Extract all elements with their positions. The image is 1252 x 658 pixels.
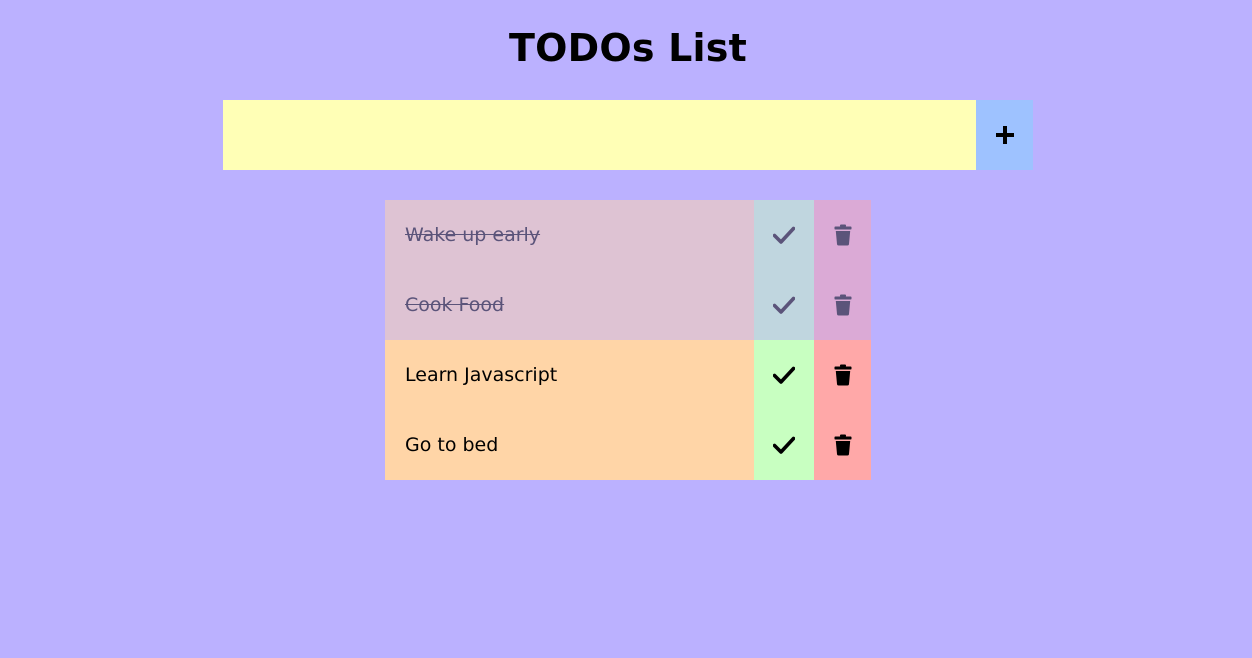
complete-button[interactable] <box>754 410 814 480</box>
check-icon <box>773 296 795 314</box>
add-todo-button[interactable] <box>976 100 1033 170</box>
todo-input[interactable] <box>223 100 976 170</box>
complete-button[interactable] <box>754 340 814 410</box>
delete-button[interactable] <box>814 270 871 340</box>
todo-text: Go to bed <box>385 410 754 480</box>
todo-list: Wake up early Cook Food Learn Javascript… <box>385 200 871 480</box>
check-icon <box>773 436 795 454</box>
page-title: TODOs List <box>509 26 747 70</box>
delete-button[interactable] <box>814 200 871 270</box>
delete-button[interactable] <box>814 340 871 410</box>
delete-button[interactable] <box>814 410 871 480</box>
todo-text: Learn Javascript <box>385 340 754 410</box>
trash-icon <box>834 364 852 386</box>
add-todo-form <box>223 100 1033 170</box>
check-icon <box>773 366 795 384</box>
todo-item: Cook Food <box>385 270 871 340</box>
trash-icon <box>834 434 852 456</box>
todo-item: Learn Javascript <box>385 340 871 410</box>
todo-text: Cook Food <box>385 270 754 340</box>
check-icon <box>773 226 795 244</box>
complete-button[interactable] <box>754 200 814 270</box>
trash-icon <box>834 224 852 246</box>
plus-icon <box>995 125 1015 145</box>
todo-item: Go to bed <box>385 410 871 480</box>
todo-text: Wake up early <box>385 200 754 270</box>
trash-icon <box>834 294 852 316</box>
todo-item: Wake up early <box>385 200 871 270</box>
todo-app: TODOs List Wake up early Cook Food Learn… <box>0 0 1252 658</box>
complete-button[interactable] <box>754 270 814 340</box>
